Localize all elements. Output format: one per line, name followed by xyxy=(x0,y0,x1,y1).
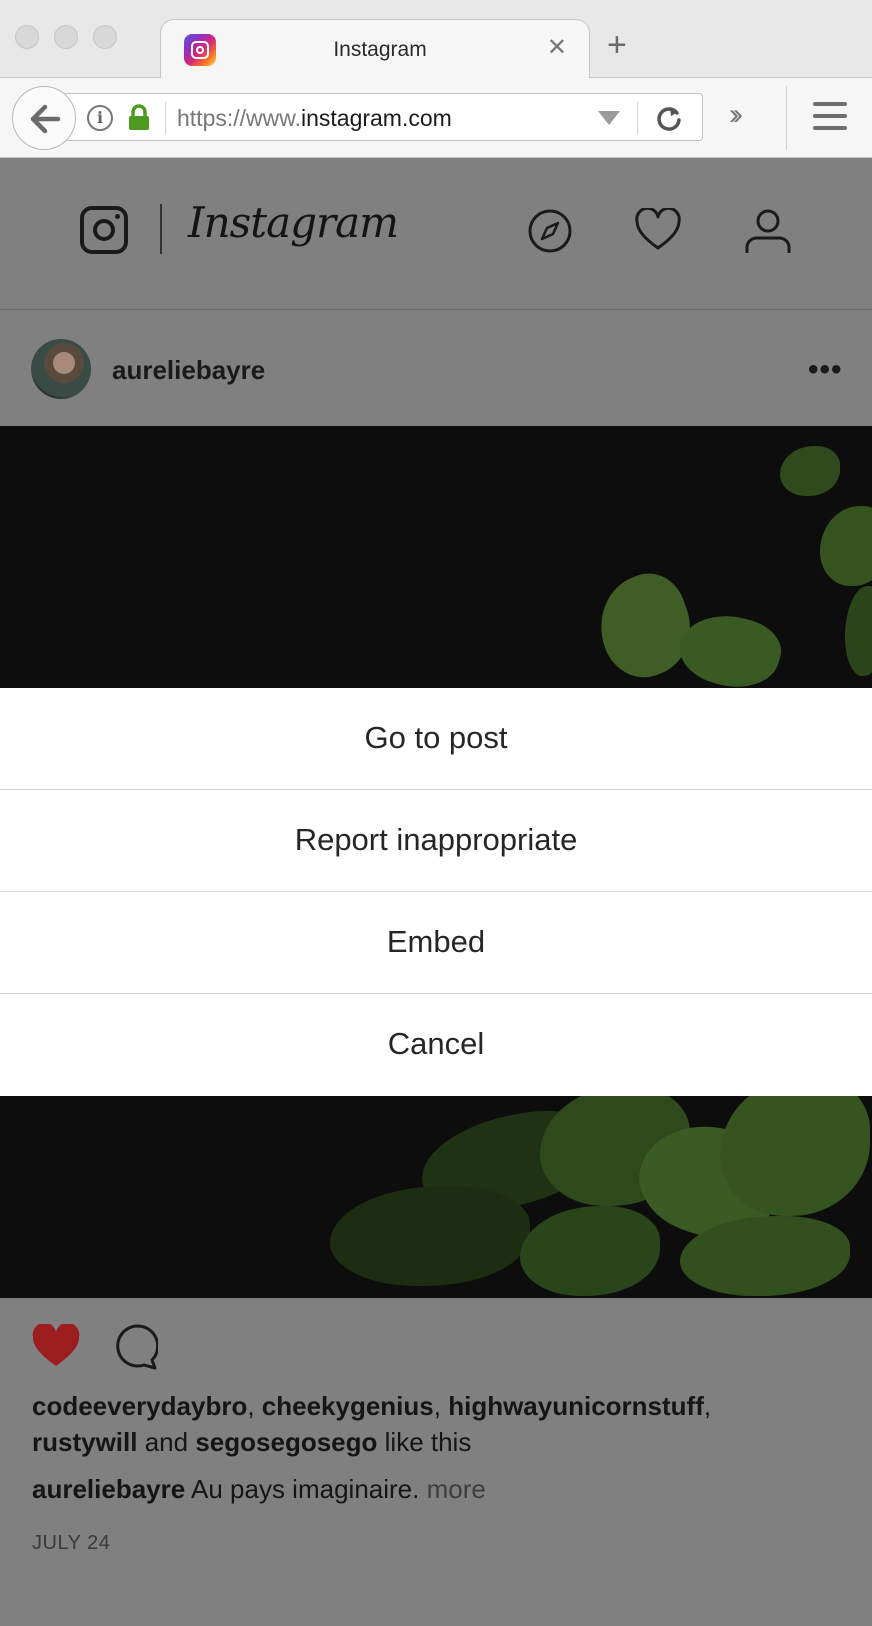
profile-icon[interactable] xyxy=(744,208,792,256)
instagram-wordmark[interactable]: Instagram xyxy=(188,198,399,247)
caption-more-link[interactable]: more xyxy=(427,1474,486,1504)
likes-suffix: like this xyxy=(384,1427,472,1457)
url-bar[interactable]: i https://www.instagram.com xyxy=(62,93,703,141)
more-options-icon[interactable]: ••• xyxy=(808,353,843,387)
url-prefix: https://www. xyxy=(177,105,301,131)
tab-instagram[interactable]: Instagram ✕ xyxy=(160,19,590,79)
embed-button[interactable]: Embed xyxy=(0,892,872,994)
liker-link[interactable]: cheekygenius xyxy=(262,1391,434,1421)
back-button[interactable] xyxy=(12,86,76,150)
browser-window: Instagram ✕ + i https://www.instagram.co… xyxy=(0,0,872,1626)
url-separator xyxy=(637,102,638,134)
menu-icon[interactable] xyxy=(813,102,847,132)
liker-link[interactable]: rustywill xyxy=(32,1427,137,1457)
comment-icon[interactable] xyxy=(112,1324,158,1370)
reload-icon[interactable] xyxy=(655,104,683,132)
tab-title: Instagram xyxy=(333,38,427,61)
liker-link[interactable]: segosegosego xyxy=(195,1427,377,1457)
overflow-chevrons-icon[interactable]: ›› xyxy=(729,100,743,130)
post-options-sheet: Go to post Report inappropriate Embed Ca… xyxy=(0,688,872,1096)
navigation-bar: i https://www.instagram.com ›› xyxy=(0,78,872,158)
instagram-camera-icon[interactable] xyxy=(80,206,128,254)
site-info-icon[interactable]: i xyxy=(87,105,113,131)
back-arrow-icon xyxy=(30,104,61,134)
lock-icon xyxy=(129,104,149,130)
post-username[interactable]: aureliebayre xyxy=(112,355,265,386)
caption-text: Au pays imaginaire. xyxy=(191,1474,420,1504)
tab-close-icon[interactable]: ✕ xyxy=(547,34,567,62)
toolbar-separator xyxy=(786,86,787,150)
url-text[interactable]: https://www.instagram.com xyxy=(177,105,452,132)
heart-icon[interactable] xyxy=(634,208,682,252)
post-header: aureliebayre ••• xyxy=(0,310,872,426)
url-domain: instagram.com xyxy=(300,105,452,131)
liker-link[interactable]: highwayunicornstuff xyxy=(448,1391,704,1421)
compass-icon[interactable] xyxy=(527,208,573,254)
liker-link[interactable]: codeeverydaybro xyxy=(32,1391,247,1421)
url-dropdown-icon[interactable] xyxy=(598,111,620,125)
new-tab-button[interactable]: + xyxy=(607,28,627,62)
report-inappropriate-button[interactable]: Report inappropriate xyxy=(0,790,872,892)
likes-connector: and xyxy=(144,1427,189,1457)
instagram-header: Instagram xyxy=(0,158,872,310)
close-window-button[interactable] xyxy=(15,25,39,49)
instagram-favicon-icon xyxy=(184,34,216,66)
avatar[interactable] xyxy=(31,339,91,399)
post-caption: aureliebayre Au pays imaginaire. more xyxy=(32,1474,486,1505)
url-separator xyxy=(165,102,166,134)
header-divider xyxy=(160,204,162,254)
liked-heart-icon[interactable] xyxy=(31,1324,81,1368)
minimize-window-button[interactable] xyxy=(54,25,78,49)
zoom-window-button[interactable] xyxy=(93,25,117,49)
go-to-post-button[interactable]: Go to post xyxy=(0,688,872,790)
cancel-button[interactable]: Cancel xyxy=(0,994,872,1096)
likes-summary: codeeverydaybro, cheekygenius, highwayun… xyxy=(32,1391,712,1457)
caption-username[interactable]: aureliebayre xyxy=(32,1474,185,1504)
tab-strip: Instagram ✕ + xyxy=(0,0,872,79)
post-date: JULY 24 xyxy=(32,1532,111,1554)
